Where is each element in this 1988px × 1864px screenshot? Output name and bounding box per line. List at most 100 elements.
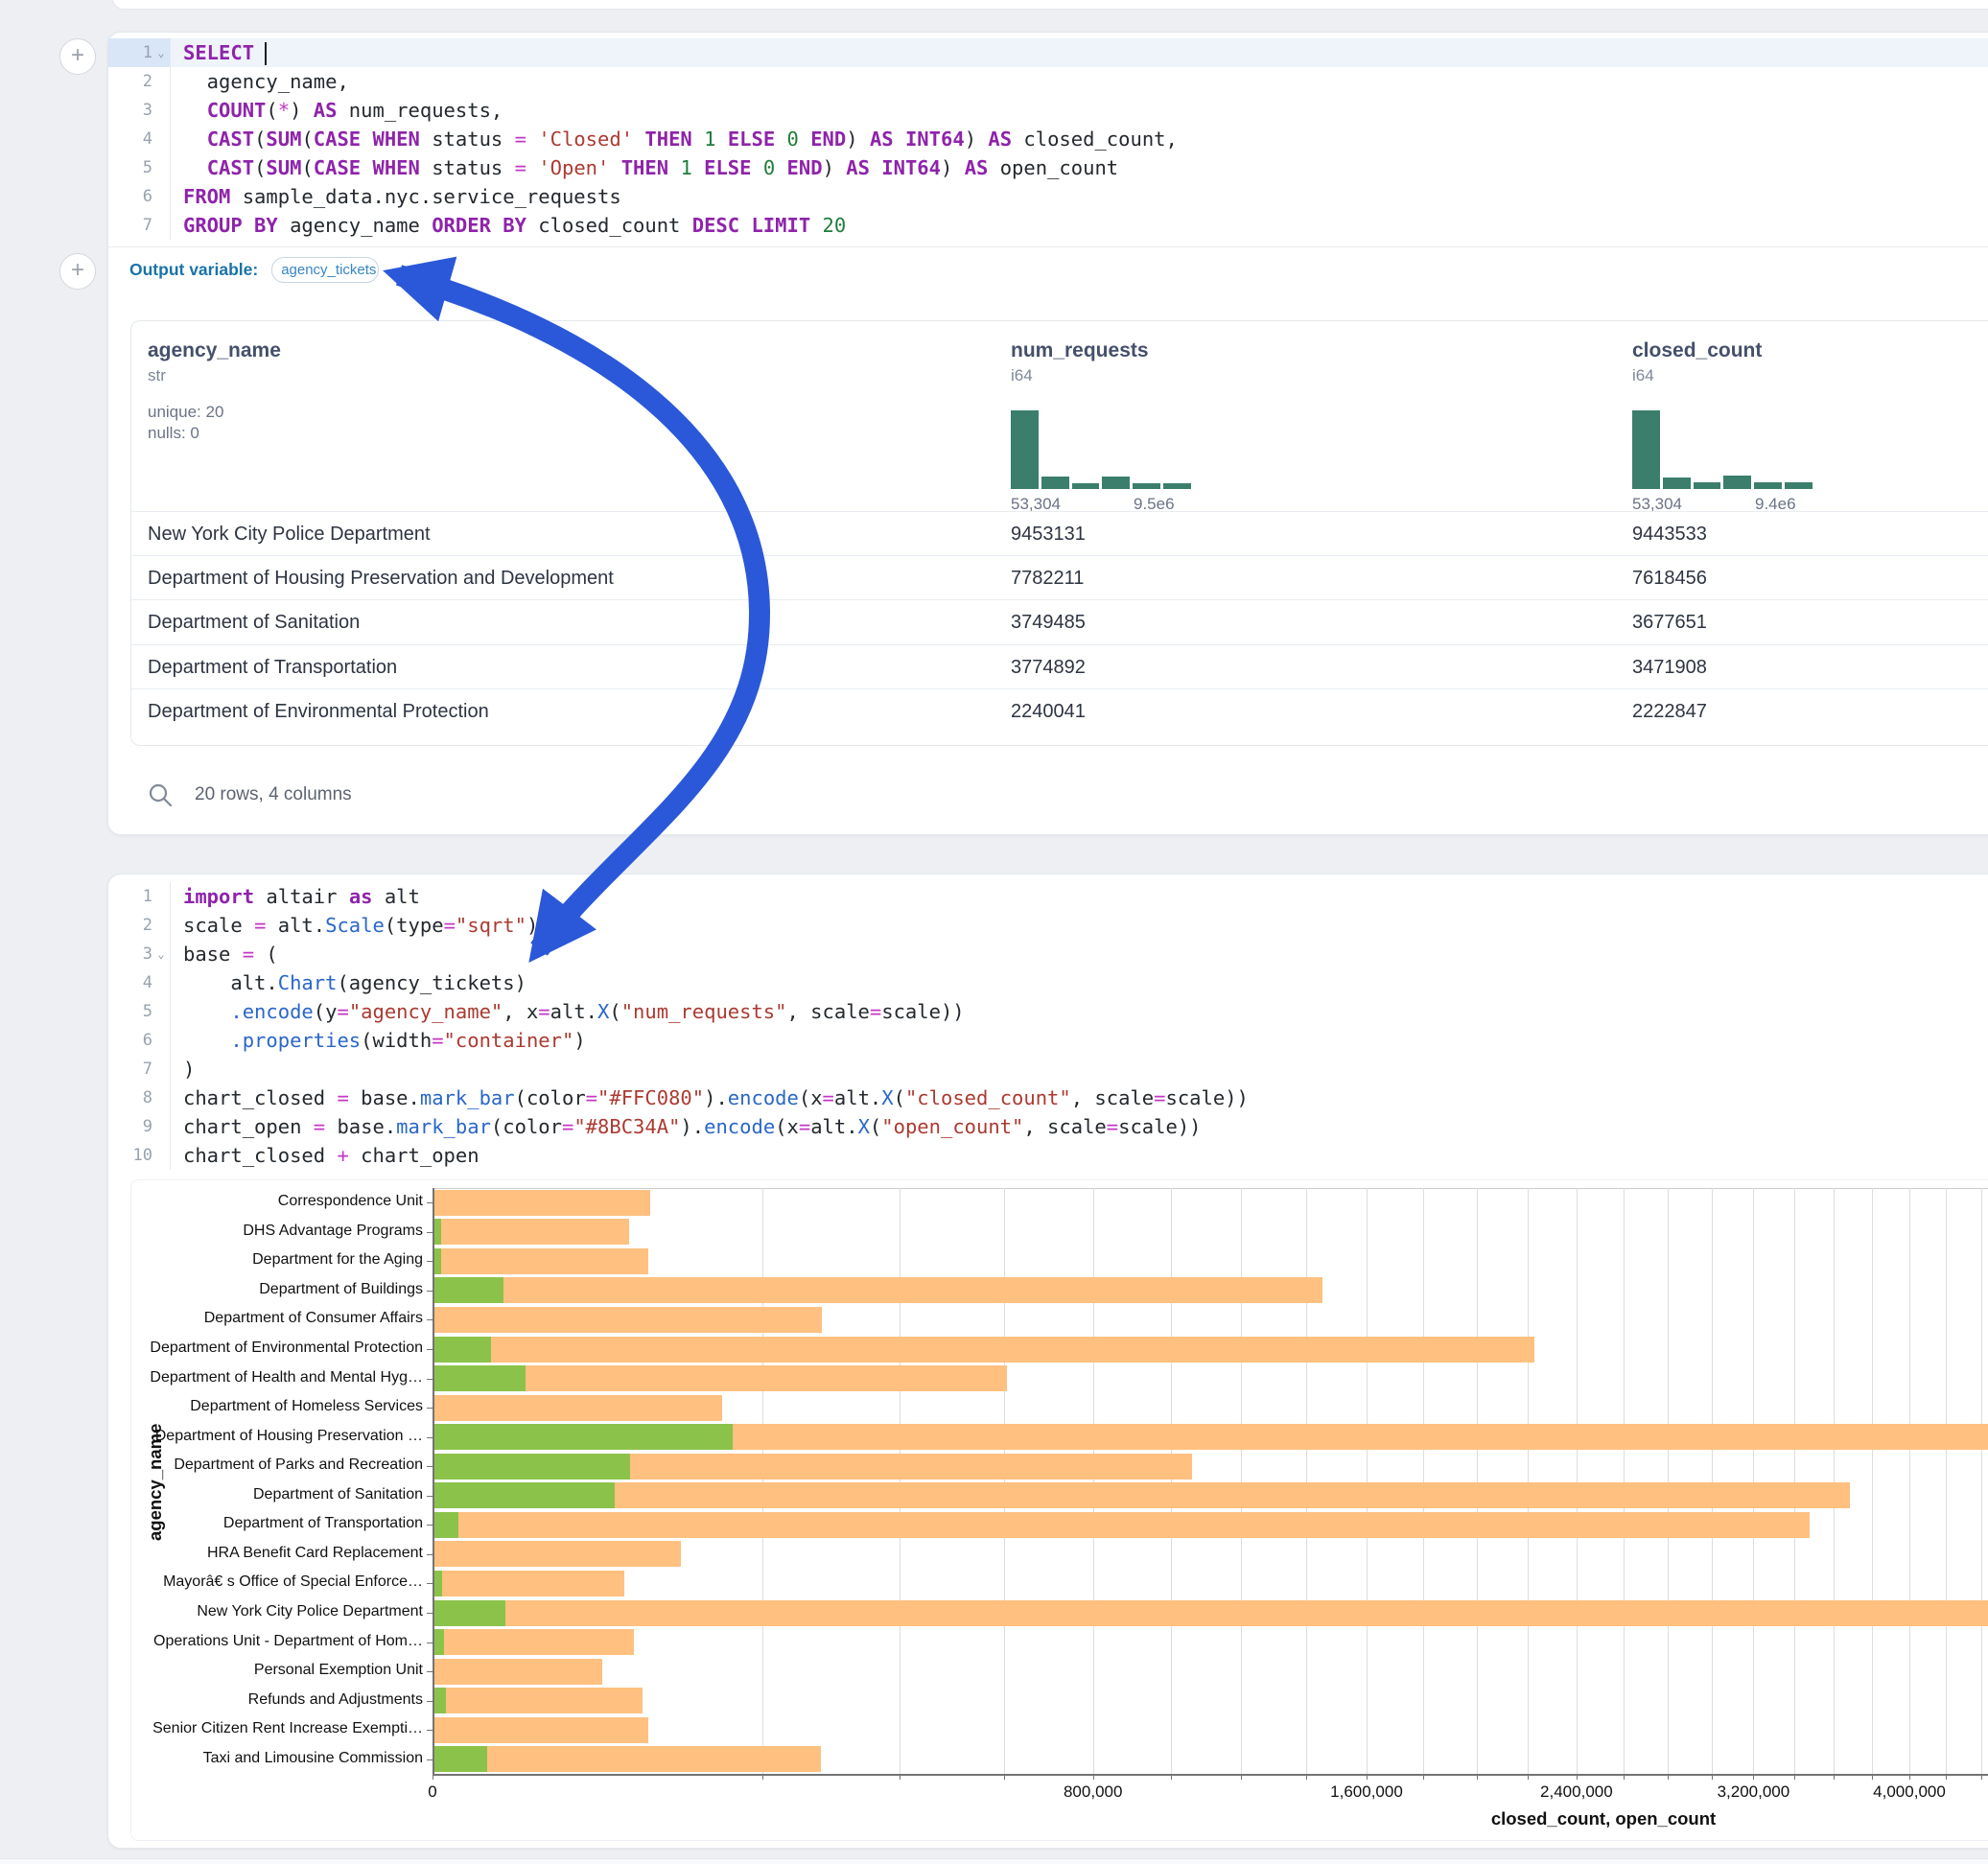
collapse-chevron-icon[interactable]: ⌄ [152, 940, 170, 968]
code-text: CAST(SUM(CASE WHEN status = 'Open' THEN … [170, 153, 1988, 182]
gridline [762, 1188, 763, 1774]
add-cell-button-top[interactable]: + [59, 38, 96, 75]
code-text: COUNT(*) AS num_requests, [170, 96, 1988, 125]
histogram-bar [1754, 482, 1782, 489]
python-cell-card: 1import altair as alt2scale = alt.Scale(… [107, 874, 1988, 1849]
y-axis-label: Refunds and Adjustments [131, 1691, 423, 1709]
code-line: 7) [108, 1055, 1988, 1083]
bar-closed [433, 1307, 822, 1333]
table-cell: 2240041 [1011, 689, 1086, 734]
gridline [1477, 1188, 1478, 1774]
gridline [1306, 1188, 1307, 1774]
gridline [1004, 1188, 1005, 1774]
x-axis-tick-label: 0 [428, 1782, 436, 1802]
histogram-bar [1011, 410, 1039, 489]
y-axis-label: Department of Buildings [131, 1281, 423, 1298]
column-type: i64 [1632, 366, 1654, 385]
y-axis-label: Operations Unit - Department of Hom… [131, 1633, 423, 1650]
y-axis-label: Department of Housing Preservation … [131, 1428, 423, 1445]
bar-closed [433, 1395, 722, 1421]
x-axis-tick-label: 3,200,000 [1718, 1782, 1790, 1802]
bar-open [433, 1746, 487, 1772]
column-histogram [1632, 410, 1813, 489]
collapse-chevron-icon [152, 1055, 170, 1083]
gridline [1909, 1188, 1910, 1774]
histogram-bar [1632, 410, 1660, 489]
code-line: 1⌄SELECT [108, 38, 1988, 67]
collapse-chevron-icon[interactable]: ⌄ [152, 38, 170, 67]
collapse-chevron-icon [152, 211, 170, 240]
table-row: Department of Sanitation37494853677651 [131, 599, 1988, 643]
sql-cell-card: 1⌄SELECT2 agency_name,3 COUNT(*) AS num_… [107, 32, 1988, 835]
x-axis-tick-label: 4,000,000 [1873, 1782, 1946, 1802]
histogram-bar [1785, 482, 1813, 489]
line-number: 7 [108, 1055, 152, 1083]
code-line: 4 alt.Chart(agency_tickets) [108, 968, 1988, 997]
gridline [1093, 1188, 1094, 1774]
table-summary: 20 rows, 4 columns [195, 784, 352, 805]
gridline [1528, 1188, 1529, 1774]
code-text: scale = alt.Scale(type="sqrt") [170, 911, 1988, 940]
collapse-chevron-icon [152, 1112, 170, 1141]
line-number: 9 [108, 1112, 152, 1141]
collapse-chevron-icon [152, 125, 170, 153]
collapse-chevron-icon [152, 911, 170, 940]
y-axis-title: agency_name [145, 1423, 166, 1540]
collapse-chevron-icon [152, 1083, 170, 1112]
bar-closed [433, 1277, 1322, 1303]
code-line: 5 .encode(y="agency_name", x=alt.X("num_… [108, 997, 1988, 1026]
output-variable-badge[interactable]: agency_tickets [271, 257, 379, 283]
code-line: 2scale = alt.Scale(type="sqrt") [108, 911, 1988, 940]
x-axis-tick [1367, 1774, 1368, 1780]
column-type: str [148, 366, 166, 385]
output-variable-row: Output variable: agency_tickets [129, 257, 379, 283]
line-number: 2 [108, 67, 152, 96]
code-line: 7GROUP BY agency_name ORDER BY closed_co… [108, 211, 1988, 240]
python-editor[interactable]: 1import altair as alt2scale = alt.Scale(… [108, 882, 1988, 1170]
code-line: 1import altair as alt [108, 882, 1988, 911]
next-cell-card [0, 1858, 1988, 1864]
code-text: SELECT [170, 38, 1988, 67]
table-cell: 3774892 [1011, 645, 1086, 689]
column-header-closed_count[interactable]: closed_count [1632, 339, 1762, 362]
add-cell-button-middle[interactable]: + [59, 253, 96, 290]
bar-open [433, 1512, 458, 1538]
line-number: 7 [108, 211, 152, 240]
line-number: 4 [108, 125, 152, 153]
sql-editor[interactable]: 1⌄SELECT2 agency_name,3 COUNT(*) AS num_… [108, 38, 1988, 240]
gridline [1712, 1188, 1713, 1774]
bar-closed [433, 1600, 1988, 1626]
y-axis-label: Department of Sanitation [131, 1486, 423, 1503]
table-cell: New York City Police Department [148, 512, 431, 556]
line-number: 5 [108, 153, 152, 182]
y-axis-label: DHS Advantage Programs [131, 1223, 423, 1240]
plot-top-border [433, 1188, 1988, 1189]
bar-closed [433, 1571, 624, 1596]
y-axis-label: Taxi and Limousine Commission [131, 1750, 423, 1767]
code-line: 5 CAST(SUM(CASE WHEN status = 'Open' THE… [108, 153, 1988, 182]
previous-cell-card [112, 0, 1988, 10]
code-line: 8chart_closed = base.mark_bar(color="#FF… [108, 1083, 1988, 1112]
gridline [1794, 1188, 1795, 1774]
histogram-bar [1163, 483, 1191, 489]
line-number: 1 [108, 38, 152, 67]
x-axis-tick [1577, 1774, 1578, 1780]
code-text: FROM sample_data.nyc.service_requests [170, 182, 1988, 211]
line-number: 3 [108, 96, 152, 125]
table-footer: 20 rows, 4 columns [147, 771, 352, 819]
bar-open [433, 1248, 441, 1274]
column-header-num_requests[interactable]: num_requests [1011, 339, 1149, 362]
cell-divider [108, 246, 1988, 247]
line-number: 5 [108, 997, 152, 1026]
line-number: 6 [108, 1026, 152, 1055]
collapse-chevron-icon [152, 67, 170, 96]
output-variable-label: Output variable: [129, 260, 258, 280]
y-axis-label: Personal Exemption Unit [131, 1662, 423, 1679]
line-number: 3 [108, 940, 152, 968]
column-header-agency_name[interactable]: agency_name [148, 339, 281, 362]
bar-closed [433, 1688, 643, 1713]
table-body: New York City Police Department945313194… [131, 511, 1988, 733]
bar-closed [433, 1248, 648, 1274]
bar-closed [433, 1512, 1810, 1538]
search-icon[interactable] [147, 781, 174, 808]
